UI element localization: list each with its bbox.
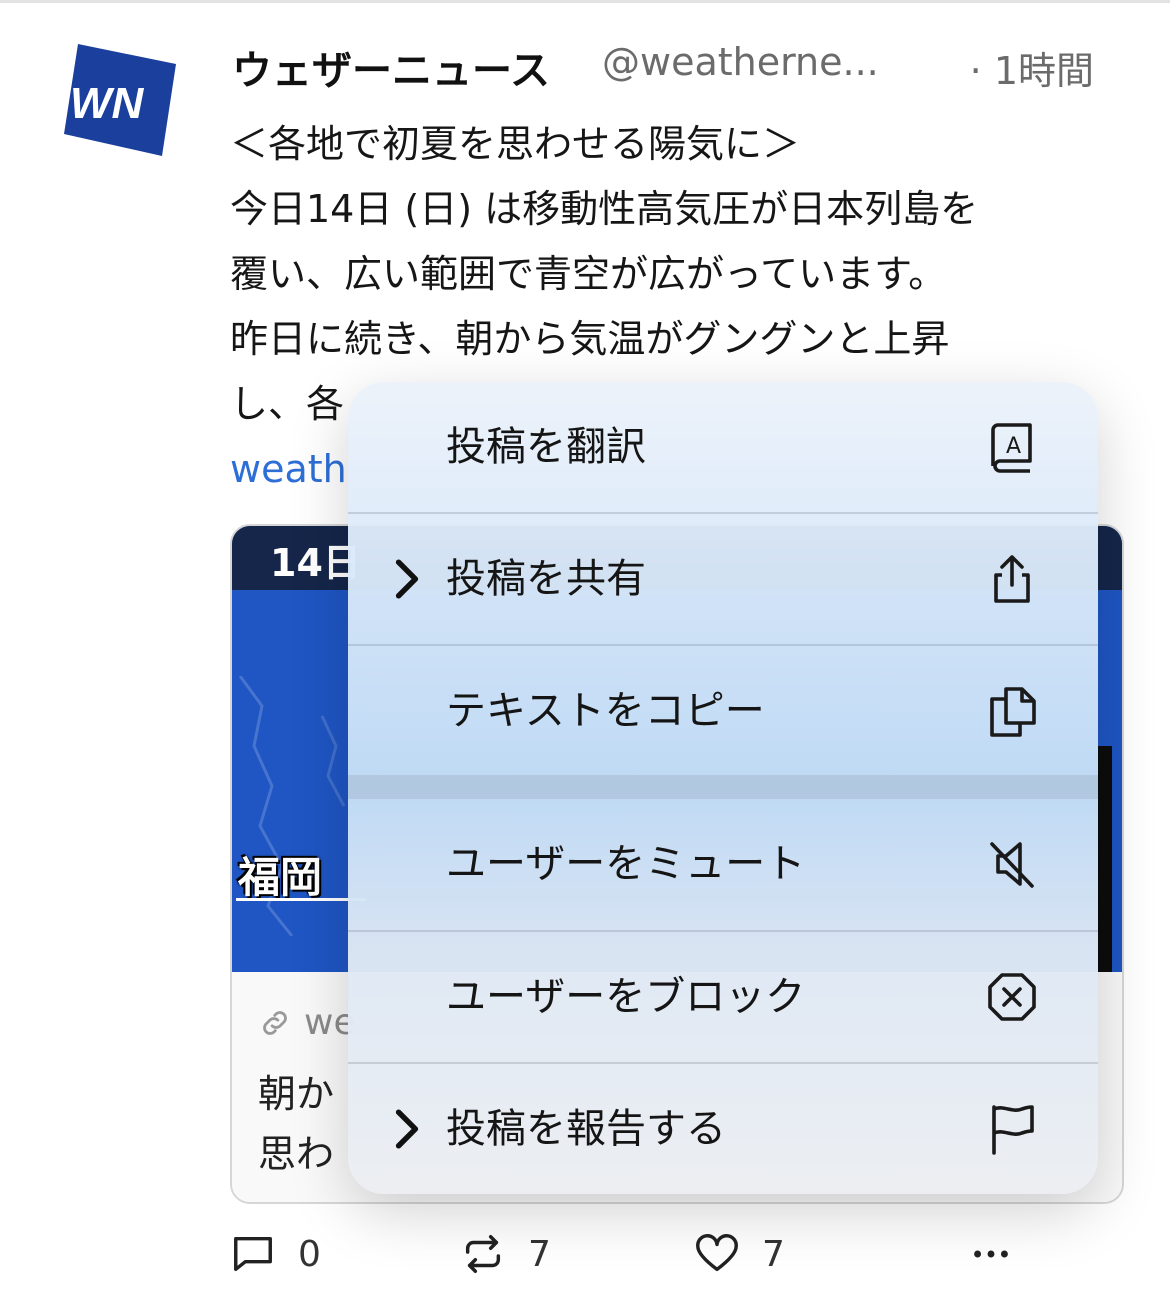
image-city-underline [236, 898, 366, 901]
link-card-title-line: 思わ [258, 1132, 335, 1176]
like-button[interactable]: 7 [694, 1224, 785, 1284]
weathernews-logo: WN [64, 44, 176, 156]
repost-count: 7 [528, 1233, 551, 1275]
avatar[interactable]: WN [62, 42, 178, 158]
menu-item-mute-user[interactable]: ユーザーをミュート [348, 799, 1098, 929]
menu-item-share-post[interactable]: 投稿を共有 [348, 514, 1098, 644]
menu-item-label: 投稿を翻訳 [446, 424, 646, 470]
menu-item-translate-post[interactable]: 投稿を翻訳 A [348, 382, 1098, 512]
flag-icon [992, 1105, 1034, 1155]
image-city-label: 福岡 [238, 853, 323, 902]
post-action-bar: 0 7 7 [230, 1224, 1110, 1284]
post-text-line: 覆い、広い範囲で青空が広がっています。 [230, 252, 947, 296]
repost-button[interactable]: 7 [460, 1224, 551, 1284]
menu-item-report-post[interactable]: 投稿を報告する [348, 1064, 1098, 1194]
reply-button[interactable]: 0 [230, 1224, 321, 1284]
menu-item-copy-text[interactable]: テキストをコピー [348, 646, 1098, 776]
menu-item-label: 投稿を共有 [446, 556, 646, 602]
heart-icon [696, 1234, 738, 1272]
author-handle[interactable]: @weatherne... [602, 40, 879, 84]
link-chain-icon [263, 1011, 287, 1035]
more-dots-icon [974, 1250, 1008, 1258]
post-text-line: 昨日に続き、朝から気温がグングンと上昇 [230, 317, 950, 361]
reply-count: 0 [298, 1233, 321, 1275]
post-time: · 1時間 [969, 49, 1094, 93]
menu-item-label: テキストをコピー [446, 688, 765, 734]
svg-text:A: A [1006, 434, 1021, 459]
block-icon [988, 973, 1036, 1021]
author-name[interactable]: ウェザーニュース [232, 38, 550, 96]
translate-book-icon: A [991, 423, 1032, 473]
image-edge-strip [1098, 746, 1112, 972]
post-header: ウェザーニュース @weatherne... · 1時間 [232, 38, 1102, 94]
chevron-right-icon [395, 1109, 419, 1149]
menu-item-label: ユーザーをブロック [446, 974, 806, 1020]
post-context-menu: 投稿を翻訳 A 投稿を共有 テキストをコピー ユーザーをミュート ユーザーをブロ… [348, 382, 1098, 1194]
share-icon [994, 555, 1030, 603]
post-text-line: ＜各地で初夏を思わせる陽気に＞ [230, 122, 801, 166]
svg-text:WN: WN [70, 79, 145, 128]
mute-speaker-icon [990, 842, 1034, 888]
menu-group-gap [348, 775, 1098, 799]
top-divider [0, 0, 1170, 3]
link-card-domain: we [258, 1002, 356, 1043]
menu-item-label: 投稿を報告する [446, 1106, 726, 1152]
more-options-button[interactable] [968, 1224, 1014, 1284]
post-text-line: 今日14日 (日) は移動性高気圧が日本列島を [230, 187, 979, 231]
menu-item-label: ユーザーをミュート [446, 841, 806, 887]
chevron-right-icon [395, 559, 419, 599]
copy-icon [990, 687, 1036, 737]
menu-item-block-user[interactable]: ユーザーをブロック [348, 932, 1098, 1062]
reply-bubble-icon [234, 1236, 272, 1272]
link-card-title-line: 朝か [258, 1072, 335, 1116]
like-count: 7 [762, 1233, 785, 1275]
repost-icon [465, 1235, 501, 1273]
link-card-title: 朝か 思わ [258, 1064, 334, 1184]
